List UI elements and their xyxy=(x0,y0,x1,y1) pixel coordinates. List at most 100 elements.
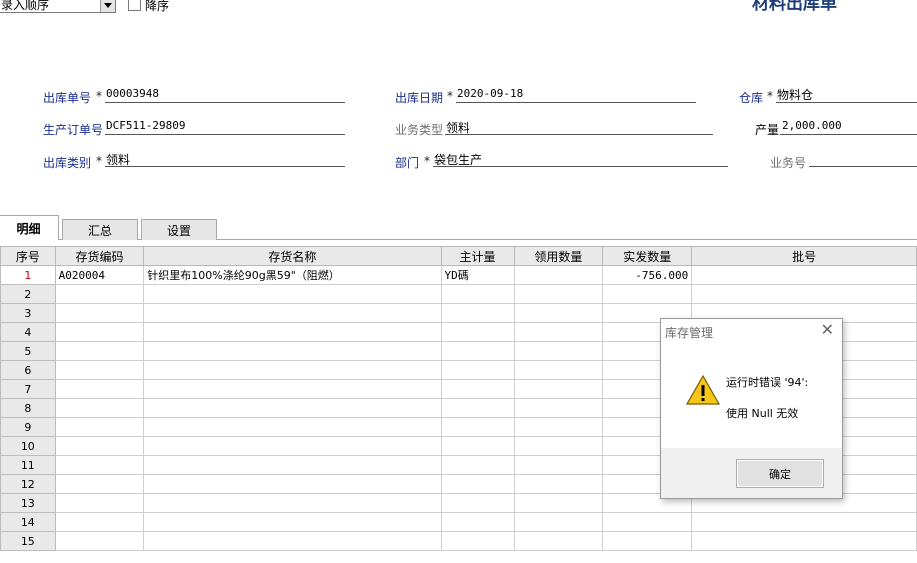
item-name-cell[interactable] xyxy=(143,474,442,494)
unit-cell[interactable] xyxy=(440,417,515,437)
row-number-cell: 3 xyxy=(0,303,56,323)
tab-settings[interactable]: 设置 xyxy=(141,219,217,240)
biz-type-label: 业务类型 xyxy=(395,123,444,137)
item-code-cell[interactable] xyxy=(54,341,145,361)
batch-cell[interactable] xyxy=(691,265,917,285)
unit-cell[interactable] xyxy=(440,398,515,418)
item-code-cell[interactable] xyxy=(54,531,145,551)
item-name-cell[interactable] xyxy=(143,398,442,418)
item-code-cell[interactable] xyxy=(54,436,145,456)
item-name-cell[interactable] xyxy=(143,379,442,399)
item-code-cell[interactable] xyxy=(54,322,145,342)
item-code-cell[interactable] xyxy=(54,379,145,399)
req-qty-cell[interactable] xyxy=(513,284,604,304)
unit-cell[interactable] xyxy=(440,474,515,494)
item-name-cell[interactable] xyxy=(143,303,442,323)
item-name-cell[interactable] xyxy=(143,360,442,380)
item-code-cell[interactable] xyxy=(54,455,145,475)
item-name-cell[interactable] xyxy=(143,341,442,361)
req-qty-cell[interactable] xyxy=(513,379,604,399)
row-number-cell: 7 xyxy=(0,379,56,399)
dialog-message-line2: 使用 Null 无效 xyxy=(726,407,799,420)
req-qty-cell[interactable] xyxy=(513,341,604,361)
tab-detail[interactable]: 明细 xyxy=(0,215,59,240)
batch-cell[interactable] xyxy=(691,284,917,304)
unit-cell[interactable] xyxy=(440,531,515,551)
col-header-req-qty[interactable]: 领用数量 xyxy=(513,246,604,266)
unit-cell[interactable] xyxy=(440,455,515,475)
output-field[interactable]: 2,000.000 xyxy=(782,119,842,132)
item-name-cell[interactable] xyxy=(143,284,442,304)
req-qty-cell[interactable] xyxy=(513,512,604,532)
warehouse-label: 仓库 xyxy=(739,91,764,105)
row-number-cell: 9 xyxy=(0,417,56,437)
item-name-cell[interactable] xyxy=(143,512,442,532)
unit-cell[interactable] xyxy=(440,284,515,304)
req-qty-cell[interactable] xyxy=(513,493,604,513)
item-code-cell[interactable] xyxy=(54,493,145,513)
req-qty-cell[interactable] xyxy=(513,436,604,456)
req-qty-cell[interactable] xyxy=(513,265,604,285)
unit-cell[interactable] xyxy=(440,341,515,361)
dropdown-arrow-icon[interactable] xyxy=(100,0,115,12)
item-name-cell[interactable] xyxy=(143,493,442,513)
actual-qty-cell[interactable] xyxy=(602,284,693,304)
table-row[interactable]: 1 A020004 针织里布100%涤纶90g黑59"（阻燃） YD碼 -756.000 xyxy=(0,265,917,285)
batch-cell[interactable] xyxy=(691,512,917,532)
col-header-unit[interactable]: 主计量 xyxy=(440,246,515,266)
item-name-cell[interactable] xyxy=(143,417,442,437)
item-name-cell[interactable] xyxy=(143,322,442,342)
descending-checkbox[interactable] xyxy=(128,0,141,11)
item-name-cell[interactable]: 针织里布100%涤纶90g黑59"（阻燃） xyxy=(143,265,442,285)
ok-button[interactable]: 确定 xyxy=(736,459,824,488)
sort-order-select[interactable]: 录入顺序 xyxy=(0,0,116,13)
req-qty-cell[interactable] xyxy=(513,455,604,475)
unit-cell[interactable] xyxy=(440,379,515,399)
col-header-batch[interactable]: 批号 xyxy=(691,246,917,266)
unit-cell[interactable]: YD碼 xyxy=(440,265,515,285)
unit-cell[interactable] xyxy=(440,303,515,323)
item-code-cell[interactable] xyxy=(54,474,145,494)
item-code-cell[interactable] xyxy=(54,398,145,418)
batch-cell[interactable] xyxy=(691,531,917,551)
item-code-cell[interactable] xyxy=(54,303,145,323)
item-name-cell[interactable] xyxy=(143,531,442,551)
warehouse-field[interactable]: 物料仓 xyxy=(777,86,813,103)
req-qty-cell[interactable] xyxy=(513,531,604,551)
table-row[interactable]: 15 xyxy=(0,531,917,551)
req-qty-cell[interactable] xyxy=(513,417,604,437)
col-header-actual-qty[interactable]: 实发数量 xyxy=(602,246,693,266)
req-qty-cell[interactable] xyxy=(513,398,604,418)
actual-qty-cell[interactable]: -756.000 xyxy=(602,265,693,285)
req-qty-cell[interactable] xyxy=(513,322,604,342)
item-code-cell[interactable] xyxy=(54,360,145,380)
actual-qty-cell[interactable] xyxy=(602,512,693,532)
tab-summary[interactable]: 汇总 xyxy=(62,219,138,240)
col-header-item-code[interactable]: 存货编码 xyxy=(54,246,145,266)
tab-label: 汇总 xyxy=(87,223,112,238)
col-header-row-no[interactable]: 序号 xyxy=(0,246,56,266)
order-no-field[interactable]: DCF511-29809 xyxy=(106,119,185,132)
unit-cell[interactable] xyxy=(440,360,515,380)
actual-qty-cell[interactable] xyxy=(602,531,693,551)
req-qty-cell[interactable] xyxy=(513,303,604,323)
unit-cell[interactable] xyxy=(440,322,515,342)
req-qty-cell[interactable] xyxy=(513,360,604,380)
req-qty-cell[interactable] xyxy=(513,474,604,494)
item-code-cell[interactable] xyxy=(54,417,145,437)
out-date-field[interactable]: 2020-09-18 xyxy=(457,87,523,100)
item-code-cell[interactable]: A020004 xyxy=(54,265,145,285)
item-code-cell[interactable] xyxy=(54,512,145,532)
item-code-cell[interactable] xyxy=(54,284,145,304)
item-name-cell[interactable] xyxy=(143,436,442,456)
close-icon[interactable]: ✕ xyxy=(821,321,834,339)
unit-cell[interactable] xyxy=(440,493,515,513)
table-row[interactable]: 2 xyxy=(0,284,917,304)
order-no-label: 生产订单号 xyxy=(43,123,104,137)
item-name-cell[interactable] xyxy=(143,455,442,475)
col-header-item-name[interactable]: 存货名称 xyxy=(143,246,442,266)
out-no-field[interactable]: 00003948 xyxy=(106,87,159,100)
unit-cell[interactable] xyxy=(440,436,515,456)
table-row[interactable]: 14 xyxy=(0,512,917,532)
unit-cell[interactable] xyxy=(440,512,515,532)
